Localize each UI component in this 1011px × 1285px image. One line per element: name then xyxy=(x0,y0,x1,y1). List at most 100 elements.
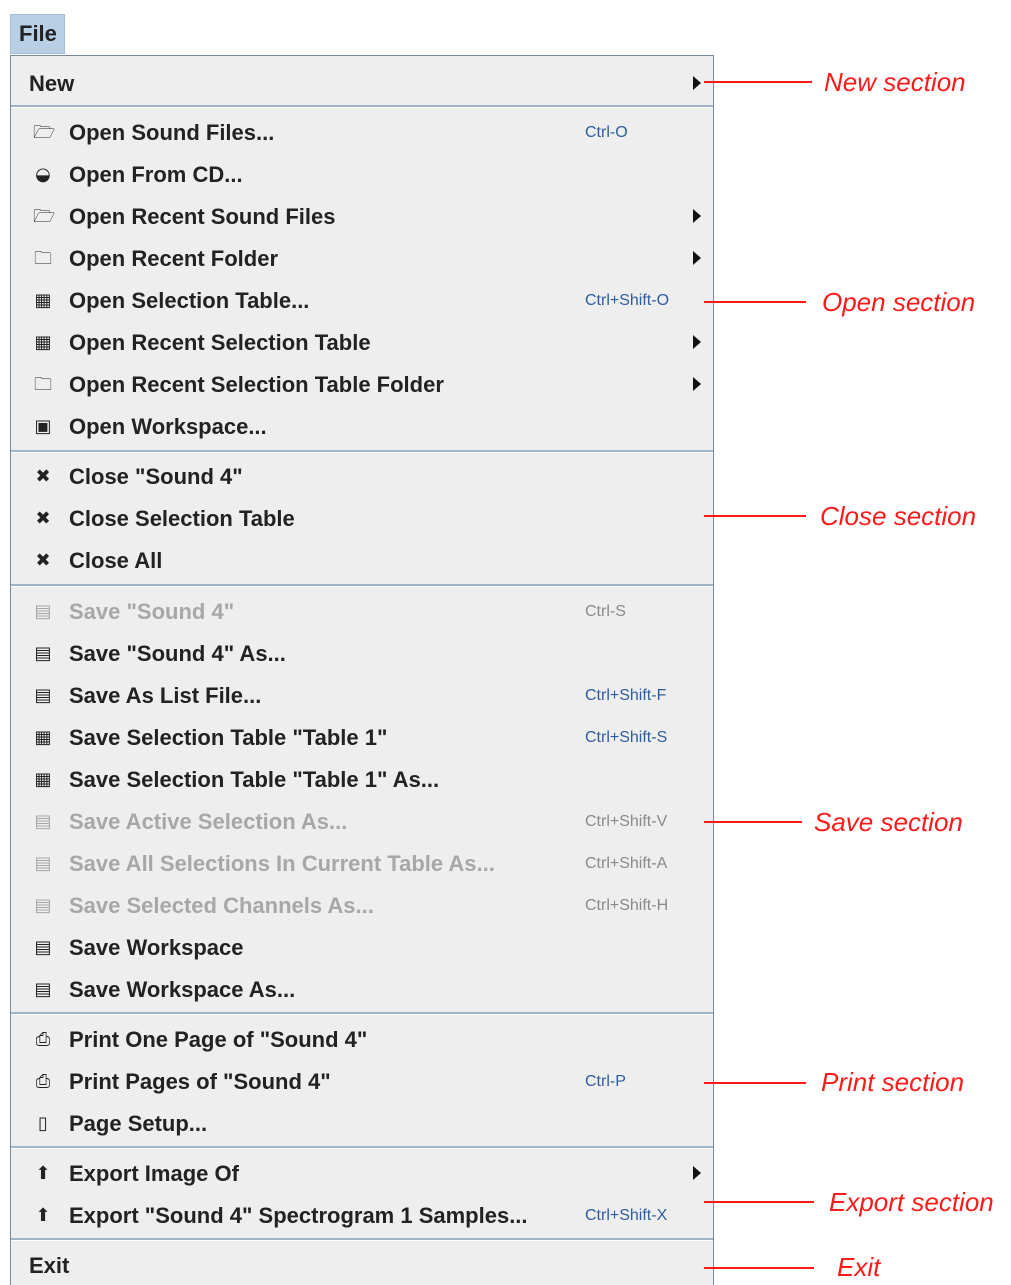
menu-item-open-from-cd[interactable]: ◒ Open From CD... xyxy=(11,155,713,195)
separator-export-exit xyxy=(11,1238,713,1241)
menu-item-exit[interactable]: Exit xyxy=(11,1246,713,1285)
menu-item-label: Save As List File... xyxy=(69,683,262,708)
close-icon: ✖ xyxy=(35,466,51,487)
menu-item-label: Print Pages of "Sound 4" xyxy=(69,1069,331,1094)
menu-item-save-selection-table-table-1-as[interactable]: ▦ Save Selection Table "Table 1" As... xyxy=(11,760,713,800)
annotation-label-new-section: New section xyxy=(824,67,966,97)
menu-item-open-recent-folder[interactable]: 🗀 Open Recent Folder xyxy=(11,239,713,279)
separator-print-export xyxy=(11,1146,713,1149)
menu-item-export-sound-4-spectrogram-1-samples[interactable]: ⬆ Export "Sound 4" Spectrogram 1 Samples.… xyxy=(11,1196,713,1236)
menu-item-shortcut: Ctrl+Shift-X xyxy=(585,1207,668,1224)
menu-item-save-as-list-file[interactable]: ▤ Save As List File... Ctrl+Shift-F xyxy=(11,676,713,716)
menu-item-label: Open Sound Files... xyxy=(69,120,275,145)
separator-close-save xyxy=(11,584,713,587)
menu-item-new[interactable]: New xyxy=(11,64,713,104)
menu-item-save-sound-4: ▤ Save "Sound 4" Ctrl-S xyxy=(11,592,713,632)
menu-item-shortcut: Ctrl-S xyxy=(585,603,626,620)
menu-item-open-sound-files[interactable]: 🗁 Open Sound Files... Ctrl-O xyxy=(11,113,713,153)
menu-item-label: Save Selection Table "Table 1" As... xyxy=(69,767,440,792)
menu-item-shortcut: Ctrl+Shift-A xyxy=(585,855,668,872)
menu-item-save-workspace[interactable]: ▤ Save Workspace xyxy=(11,928,713,968)
menu-item-print-one-page-of-sound-4[interactable]: ⎙ Print One Page of "Sound 4" xyxy=(11,1020,713,1060)
menu-item-save-active-selection-as: ▤ Save Active Selection As... Ctrl+Shift-V xyxy=(11,802,713,842)
menu-item-open-recent-sound-files[interactable]: 🗁 Open Recent Sound Files xyxy=(11,197,713,237)
annotation-pointer-line xyxy=(704,1201,814,1203)
menu-item-save-selection-table-table-1[interactable]: ▦ Save Selection Table "Table 1" Ctrl+Shif… xyxy=(11,718,713,758)
menu-item-label: Save Selection Table "Table 1" xyxy=(69,725,388,750)
menu-item-label: Page Setup... xyxy=(69,1111,208,1136)
save-selections-icon: ▤ xyxy=(34,853,52,874)
table-icon: ▦ xyxy=(34,332,52,353)
menu-item-label: Open Selection Table... xyxy=(69,288,310,313)
menu-item-export-image-of[interactable]: ⬆ Export Image Of xyxy=(11,1154,713,1194)
menu-item-open-selection-table[interactable]: ▦ Open Selection Table... Ctrl+Shift-O xyxy=(11,281,713,321)
page-setup-icon: ▯ xyxy=(38,1113,48,1134)
menu-item-open-recent-selection-table-folder[interactable]: 🗀 Open Recent Selection Table Folder xyxy=(11,365,713,405)
print-icon: ⎙ xyxy=(35,1029,51,1050)
save-table-icon: ▦ xyxy=(34,727,52,748)
save-list-icon: ▤ xyxy=(34,685,52,706)
table-icon: ▦ xyxy=(34,290,52,311)
folder-icon: 🗀 xyxy=(34,248,52,269)
save-icon: ▤ xyxy=(34,601,52,622)
save-as-icon: ▤ xyxy=(34,643,52,664)
menu-item-label: Open Recent Folder xyxy=(69,246,279,271)
close-icon: ✖ xyxy=(35,508,51,529)
menu-item-label: Save Active Selection As... xyxy=(69,809,348,834)
menu-item-label: Save All Selections In Current Table As.… xyxy=(69,851,495,876)
menu-item-label: Close All xyxy=(69,548,163,573)
print-pages-icon: ⎙ xyxy=(35,1071,51,1092)
menu-item-label: Open Recent Selection Table Folder xyxy=(69,372,444,397)
annotation-label-save-section: Save section xyxy=(814,807,963,837)
menu-item-shortcut: Ctrl-P xyxy=(585,1073,626,1090)
annotation-pointer-line xyxy=(704,1082,806,1084)
screenshot-stage: File New 🗁 Open Sound Files... Ctrl-O ◒ Open … xyxy=(0,0,1011,1285)
annotation-pointer-line xyxy=(704,821,802,823)
menu-item-open-workspace[interactable]: ▣ Open Workspace... xyxy=(11,407,713,447)
menu-item-shortcut: Ctrl+Shift-O xyxy=(585,292,670,309)
menu-item-label: Save "Sound 4" xyxy=(69,599,235,624)
menu-item-save-sound-4-as[interactable]: ▤ Save "Sound 4" As... xyxy=(11,634,713,674)
save-workspace-icon: ▤ xyxy=(34,937,52,958)
submenu-arrow-icon xyxy=(693,335,701,349)
submenu-arrow-icon xyxy=(693,76,701,90)
menu-item-close-sound-4[interactable]: ✖ Close "Sound 4" xyxy=(11,457,713,497)
menu-item-label: Export "Sound 4" Spectrogram 1 Samples..… xyxy=(69,1203,528,1228)
annotation-pointer-line xyxy=(704,1267,814,1269)
menu-item-page-setup[interactable]: ▯ Page Setup... xyxy=(11,1104,713,1144)
export-icon: ⬆ xyxy=(35,1205,51,1226)
menu-item-open-recent-selection-table[interactable]: ▦ Open Recent Selection Table xyxy=(11,323,713,363)
save-workspace-icon: ▤ xyxy=(34,979,52,1000)
menu-item-shortcut: Ctrl+Shift-H xyxy=(585,897,669,914)
close-all-icon: ✖ xyxy=(35,550,51,571)
menu-item-label: Open Workspace... xyxy=(69,414,267,439)
annotation-label-print-section: Print section xyxy=(821,1067,965,1097)
menu-item-shortcut: Ctrl+Shift-V xyxy=(585,813,668,830)
file-menu-panel: New 🗁 Open Sound Files... Ctrl-O ◒ Open From … xyxy=(10,55,714,1285)
workspace-icon: ▣ xyxy=(34,416,52,437)
menu-item-label: Exit xyxy=(29,1253,70,1278)
open-sound-file-icon: 🗁 xyxy=(33,122,56,143)
submenu-arrow-icon xyxy=(693,251,701,265)
annotation-label-export-section: Export section xyxy=(829,1187,994,1217)
menu-item-close-all[interactable]: ✖ Close All xyxy=(11,541,713,581)
menu-item-label: Save Selected Channels As... xyxy=(69,893,374,918)
menu-item-print-pages-of-sound-4[interactable]: ⎙ Print Pages of "Sound 4" Ctrl-P xyxy=(11,1062,713,1102)
submenu-arrow-icon xyxy=(693,377,701,391)
annotation-label-exit: Exit xyxy=(837,1252,881,1282)
menu-item-label: Save "Sound 4" As... xyxy=(69,641,286,666)
annotation-label-open-section: Open section xyxy=(822,287,976,317)
menu-item-shortcut: Ctrl+Shift-S xyxy=(585,729,668,746)
menu-item-label: Open Recent Selection Table xyxy=(69,330,371,355)
menu-item-close-selection-table[interactable]: ✖ Close Selection Table xyxy=(11,499,713,539)
separator-open-close xyxy=(11,450,713,453)
annotation-pointer-line xyxy=(704,515,806,517)
menu-item-label: Close Selection Table xyxy=(69,506,295,531)
save-table-icon: ▦ xyxy=(34,769,52,790)
cd-icon: ◒ xyxy=(35,164,51,185)
menu-item-save-all-selections-in-current-table-as: ▤ Save All Selections In Current Table As… xyxy=(11,844,713,884)
menu-item-label: Print One Page of "Sound 4" xyxy=(69,1027,368,1052)
file-menu-title[interactable]: File xyxy=(10,14,65,54)
menu-item-save-workspace-as[interactable]: ▤ Save Workspace As... xyxy=(11,970,713,1010)
menu-item-shortcut: Ctrl+Shift-F xyxy=(585,687,667,704)
